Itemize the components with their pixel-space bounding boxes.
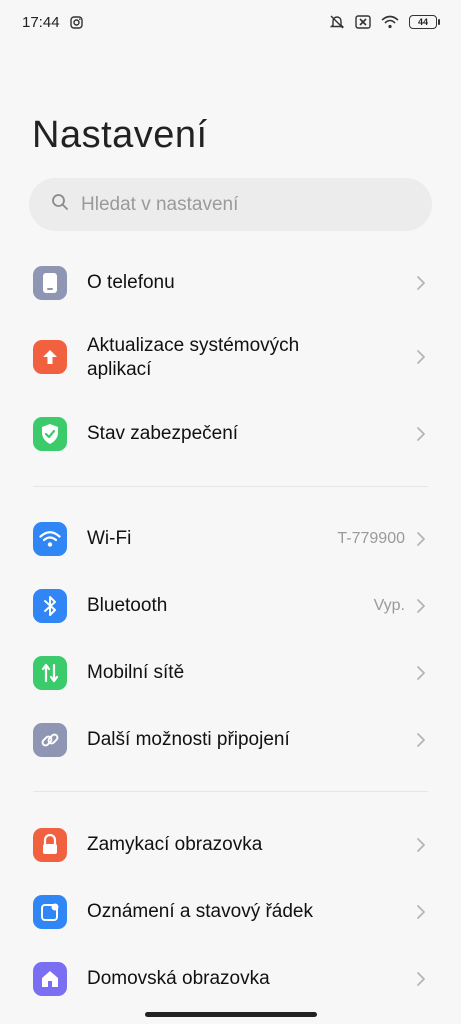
chevron-right-icon [414, 903, 428, 921]
divider [33, 486, 428, 487]
item-label: Stav zabezpečení [87, 423, 239, 444]
wifi-icon [33, 522, 67, 556]
chevron-right-icon [414, 731, 428, 749]
chevron-right-icon [414, 664, 428, 682]
chevron-right-icon [414, 348, 428, 366]
bluetooth-status-value: Vyp. [373, 597, 405, 614]
notification-icon [33, 895, 67, 929]
settings-item-bluetooth[interactable]: Bluetooth Vyp. [0, 579, 461, 633]
settings-item-home-screen[interactable]: Domovská obrazovka [0, 952, 461, 1006]
settings-item-about-phone[interactable]: O telefonu [0, 256, 461, 310]
item-label: Domovská obrazovka [87, 968, 270, 989]
lock-icon [33, 828, 67, 862]
no-sim-icon [355, 15, 371, 29]
settings-item-mobile-networks[interactable]: Mobilní sítě [0, 646, 461, 700]
battery-icon: 44 [409, 15, 440, 29]
settings-item-lock-screen[interactable]: Zamykací obrazovka [0, 818, 461, 872]
mute-icon [329, 14, 345, 30]
phone-icon [33, 266, 67, 300]
item-label: Další možnosti připojení [87, 729, 290, 750]
status-time: 17:44 [22, 13, 60, 31]
chevron-right-icon [414, 274, 428, 292]
wifi-icon [381, 15, 399, 29]
chevron-right-icon [414, 597, 428, 615]
signal-arrows-icon [33, 656, 67, 690]
page-title: Nastavení [32, 114, 208, 156]
item-label: Mobilní sítě [87, 662, 185, 683]
search-input[interactable] [81, 193, 401, 216]
home-indicator[interactable] [145, 1012, 317, 1017]
settings-item-app-updates[interactable]: Aktualizace systémových aplikací [0, 326, 461, 388]
link-icon [33, 723, 67, 757]
instagram-icon [69, 15, 83, 29]
item-label: Zamykací obrazovka [87, 834, 263, 855]
item-label: Oznámení a stavový řádek [87, 901, 313, 922]
wifi-network-value: T-779900 [337, 530, 405, 547]
settings-item-more-connectivity[interactable]: Další možnosti připojení [0, 713, 461, 767]
home-icon [33, 962, 67, 996]
chevron-right-icon [414, 836, 428, 854]
item-label: Wi-Fi [87, 528, 132, 549]
chevron-right-icon [414, 970, 428, 988]
settings-item-notifications[interactable]: Oznámení a stavový řádek [0, 885, 461, 939]
chevron-right-icon [414, 530, 428, 548]
divider [33, 791, 428, 792]
item-label-line1: Aktualizace systémových [87, 335, 300, 356]
bluetooth-icon [33, 589, 67, 623]
settings-item-wifi[interactable]: Wi-Fi T-779900 [0, 512, 461, 566]
search-icon [51, 193, 69, 216]
settings-screen: 17:44 44 Nastavení Hledat v nastavení O … [0, 0, 461, 1024]
item-label-line2: aplikací [87, 359, 152, 380]
item-label: Bluetooth [87, 595, 168, 616]
chevron-right-icon [414, 425, 428, 443]
settings-item-security-status[interactable]: Stav zabezpečení [0, 407, 461, 461]
item-label: O telefonu [87, 272, 175, 293]
shield-check-icon [33, 417, 67, 451]
search-bar[interactable] [29, 178, 432, 231]
status-bar: 17:44 44 [0, 0, 461, 44]
item-label-block: Aktualizace systémových aplikací [87, 334, 299, 382]
upload-icon [33, 340, 67, 374]
